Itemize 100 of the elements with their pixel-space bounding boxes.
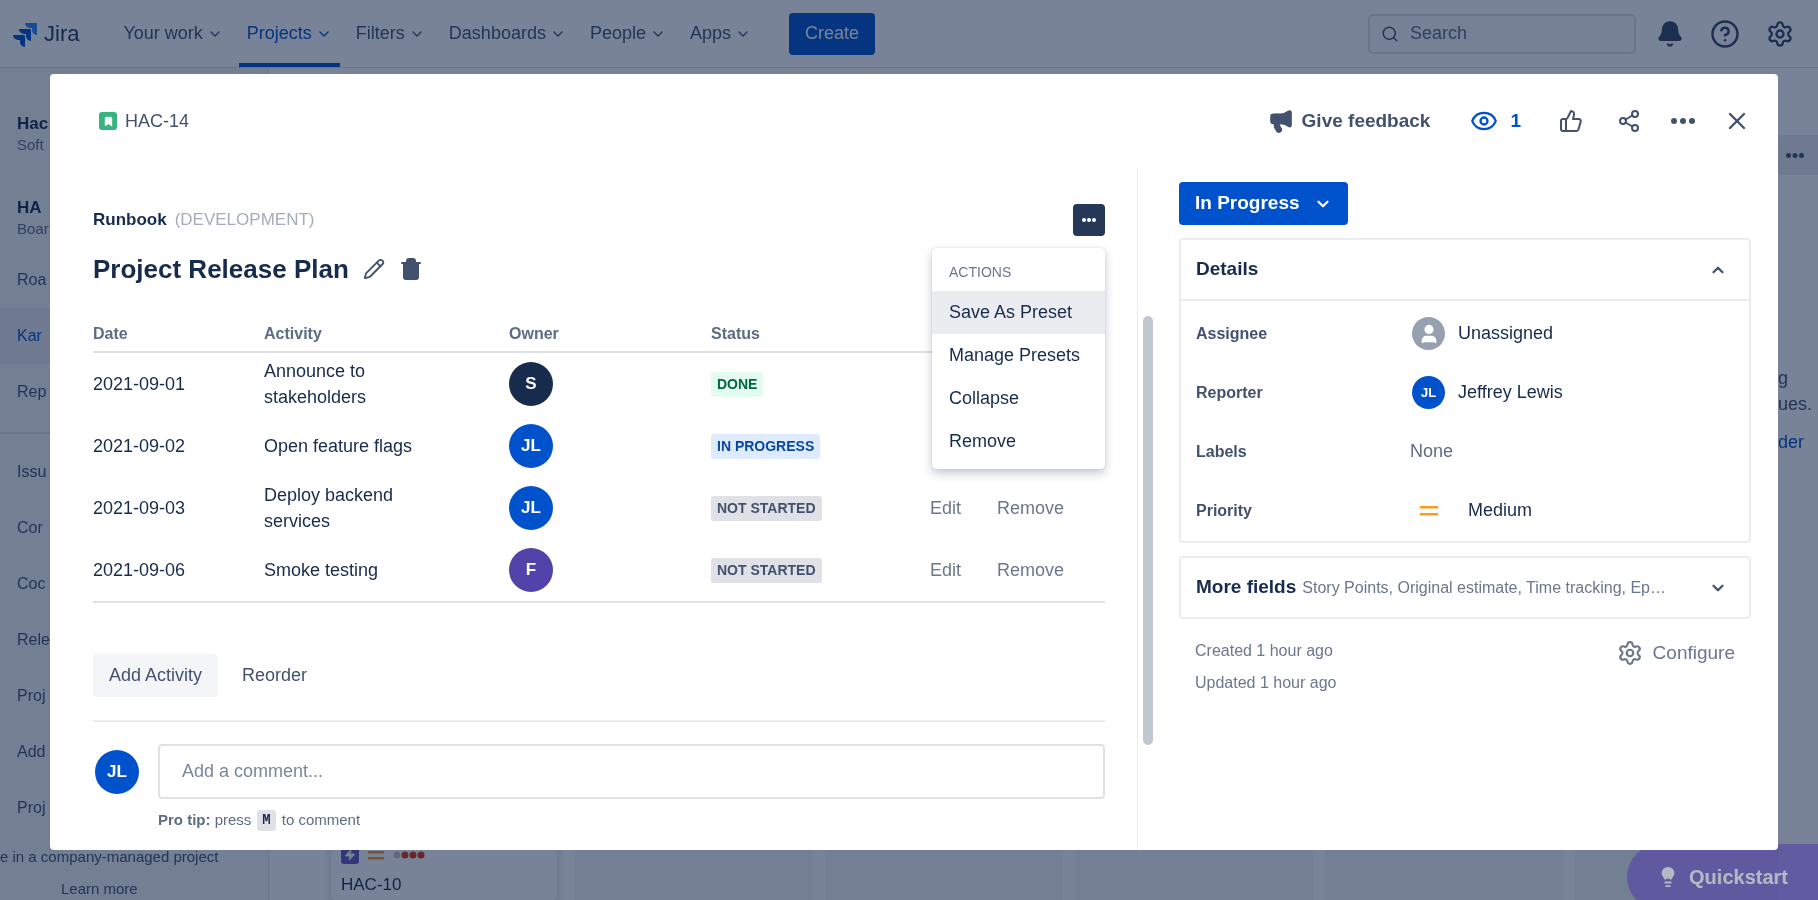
learn-more-link[interactable]: Learn more: [61, 878, 138, 900]
board-more-button[interactable]: [1778, 135, 1818, 175]
field-value[interactable]: Medium: [1468, 497, 1533, 524]
avatar: F: [509, 548, 553, 592]
settings-icon[interactable]: [1766, 19, 1794, 48]
sidebar-item[interactable]: Proj: [17, 796, 46, 820]
sidebar-item[interactable]: Add: [17, 740, 46, 764]
more-icon: [1082, 218, 1096, 222]
nav-menu-item[interactable]: Dashboards: [440, 0, 574, 67]
sidebar-item[interactable]: Coc: [17, 572, 46, 596]
table-cell-text: Smoke testing: [264, 559, 379, 582]
field-label: Assignee: [1196, 323, 1269, 344]
comment-field[interactable]: Add a comment...: [158, 744, 1105, 799]
nav-menu-item[interactable]: Filters: [347, 0, 433, 67]
table-cell-text: 2021-09-06: [93, 558, 187, 582]
field-value[interactable]: Unassigned: [1458, 320, 1554, 347]
project-type: Soft: [17, 135, 44, 155]
settings-icon: [1616, 640, 1643, 667]
column-header: Date: [93, 317, 264, 353]
column-header: Owner: [509, 317, 711, 353]
column-header: Activity: [264, 317, 509, 353]
logo-icon: [12, 20, 38, 47]
menu-item[interactable]: Remove: [932, 420, 1105, 463]
more-actions-button[interactable]: [1073, 204, 1105, 236]
nav-menu-item[interactable]: Apps: [682, 0, 759, 67]
status-lozenge: DONE: [711, 371, 764, 397]
logo-text[interactable]: Jira: [44, 17, 80, 50]
edit-link[interactable]: Edit: [930, 556, 962, 584]
more-fields-panel[interactable]: More fields Story Points, Original estimate, Time tracking, Ep…: [1179, 556, 1751, 619]
table-cell-text: Announce to stakeholders: [264, 360, 368, 409]
menu-item[interactable]: Save As Preset: [932, 291, 1105, 334]
status-lozenge: IN PROGRESS: [711, 433, 821, 459]
menu-heading: ACTIONS: [948, 263, 1013, 282]
reorder-button[interactable]: Reorder: [226, 654, 324, 697]
medium-priority-icon: [1420, 504, 1438, 517]
sidebar-item[interactable]: Cor: [17, 516, 43, 540]
sidebar-item[interactable]: Issu: [17, 460, 47, 484]
edit-icon[interactable]: [362, 258, 385, 280]
nav-menu-item[interactable]: Your work: [115, 0, 231, 67]
runbook-title: Project Release Plan: [93, 253, 349, 285]
menu-item[interactable]: Manage Presets: [932, 334, 1105, 377]
dots-icon: [393, 850, 425, 860]
status-lozenge: NOT STARTED: [711, 495, 822, 521]
field-value[interactable]: Jeffrey Lewis: [1458, 379, 1563, 406]
search-icon: [1381, 24, 1399, 43]
column-header: Status: [711, 317, 930, 353]
give-feedback-button[interactable]: Give feedback: [1267, 106, 1431, 136]
add-activity-button[interactable]: Add Activity: [93, 654, 219, 697]
notifications-icon[interactable]: [1656, 19, 1684, 48]
more-icon: [1786, 152, 1804, 158]
more-fields-heading: More fields: [1196, 575, 1297, 600]
more-fields-summary: Story Points, Original estimate, Time tracking, Ep…: [1302, 577, 1667, 598]
megaphone-icon: [1267, 108, 1294, 134]
watch-button[interactable]: 1: [1470, 106, 1521, 136]
create-button[interactable]: Create: [789, 12, 876, 55]
medium-priority-icon: [367, 849, 385, 861]
environment-label: (DEVELOPMENT): [174, 209, 315, 232]
quickstart-button[interactable]: Quickstart: [1627, 844, 1818, 900]
avatar: JL: [1412, 376, 1445, 409]
issue-key-link[interactable]: HAC-14: [125, 107, 190, 135]
edit-link[interactable]: Edit: [930, 494, 962, 522]
table-cell-text: 2021-09-03: [93, 496, 187, 520]
pro-tip-text: Pro tip: press: [158, 810, 252, 830]
more-icon[interactable]: [1671, 118, 1695, 124]
remove-link[interactable]: Remove: [997, 494, 1065, 522]
share-icon[interactable]: [1617, 109, 1641, 133]
avatar: JL: [509, 486, 553, 530]
table-cell-text: 2021-09-01: [93, 372, 187, 396]
footer-note: e in a company-managed project: [0, 847, 219, 867]
story-icon: [99, 112, 117, 130]
delete-icon[interactable]: [398, 257, 423, 281]
configure-button[interactable]: Configure: [1616, 639, 1735, 668]
avatar: JL: [509, 424, 553, 468]
status-lozenge: NOT STARTED: [711, 557, 822, 583]
search-field[interactable]: Search: [1368, 13, 1636, 54]
keyboard-key: M: [257, 809, 276, 831]
status-button[interactable]: In Progress: [1179, 182, 1348, 225]
runbook-label: Runbook: [93, 209, 167, 232]
remove-link[interactable]: Remove: [997, 556, 1065, 584]
sidebar-item[interactable]: Rele: [17, 628, 50, 652]
pro-tip-text: to comment: [281, 810, 361, 830]
nav-menu-item[interactable]: People: [581, 0, 674, 67]
field-label: Reporter: [1196, 382, 1264, 403]
board-text: g: [1778, 367, 1788, 390]
details-heading: Details: [1196, 257, 1259, 282]
menu-item[interactable]: Collapse: [932, 377, 1105, 420]
board-name: HA: [17, 198, 42, 218]
sidebar-item[interactable]: Proj: [17, 684, 46, 708]
card-key: HAC-10: [341, 876, 547, 894]
help-icon[interactable]: [1710, 18, 1740, 49]
field-value[interactable]: None: [1410, 438, 1454, 465]
table-cell-text: Open feature flags: [264, 435, 413, 458]
thumbs-up-icon[interactable]: [1559, 109, 1583, 133]
unassigned-avatar-icon: [1412, 317, 1445, 350]
avatar: S: [509, 362, 553, 406]
field-label: Priority: [1196, 500, 1253, 521]
board-link[interactable]: der: [1778, 429, 1804, 455]
table-cell-text: Deploy backend services: [264, 484, 395, 533]
table-cell-text: 2021-09-02: [93, 434, 187, 458]
scrollbar-thumb[interactable]: [1143, 316, 1153, 745]
